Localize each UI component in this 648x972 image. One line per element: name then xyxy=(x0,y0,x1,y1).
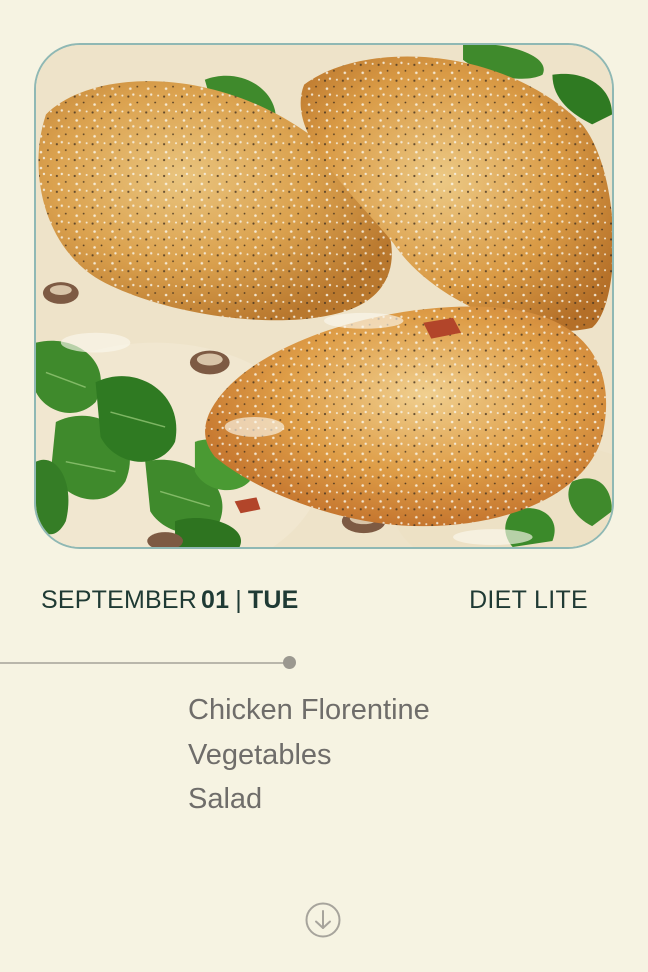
food-photo xyxy=(36,45,612,547)
meal-screen: SEPTEMBER 01 | TUE DIET LITE Chicken Floren… xyxy=(0,0,648,972)
scroll-down-button[interactable] xyxy=(305,902,341,938)
date-separator: | xyxy=(235,586,242,614)
menu-list: Chicken Florentine Vegetables Salad xyxy=(188,688,430,822)
meal-photo xyxy=(34,43,614,549)
diet-plan-label: DIET LITE xyxy=(469,586,588,614)
date-day: 01 xyxy=(201,586,230,614)
date-month: SEPTEMBER xyxy=(41,586,197,614)
divider-line xyxy=(0,662,289,664)
meal-date: SEPTEMBER 01 | TUE xyxy=(41,586,299,615)
menu-item: Salad xyxy=(188,783,263,815)
divider-dot xyxy=(283,656,296,669)
arrow-down-circle-icon xyxy=(305,902,341,938)
date-weekday: TUE xyxy=(247,586,299,614)
menu-item: Chicken Florentine xyxy=(188,694,430,726)
menu-item: Vegetables xyxy=(188,738,332,771)
